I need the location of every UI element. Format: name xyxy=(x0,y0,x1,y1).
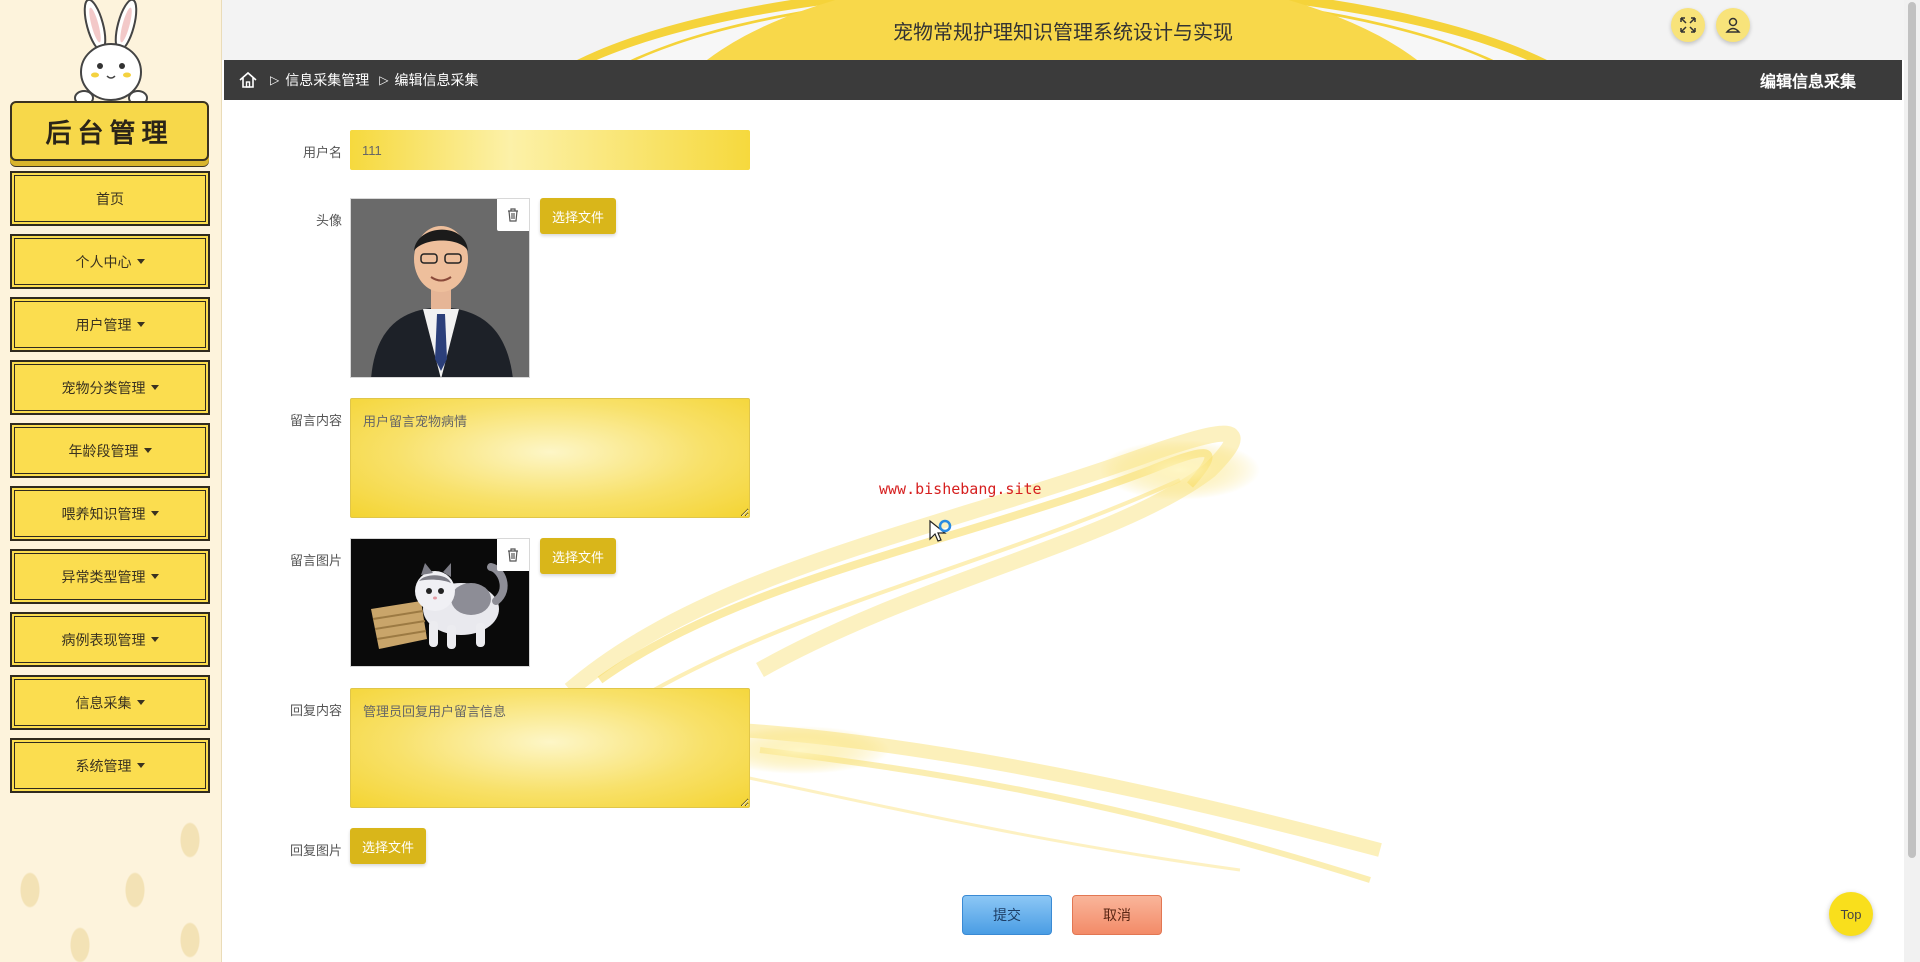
sidebar: 后台管理 首页 个人中心 用户管理 宠物分类管理 年龄段管理 喂养知识管理 异常… xyxy=(0,0,222,962)
sidebar-item-pet-category[interactable]: 宠物分类管理 xyxy=(10,360,210,415)
sidebar-item-system[interactable]: 系统管理 xyxy=(10,738,210,793)
fullscreen-button[interactable] xyxy=(1671,8,1705,42)
submit-button[interactable]: 提交 xyxy=(962,895,1052,935)
caret-down-icon xyxy=(150,511,159,516)
mouse-cursor-icon xyxy=(929,519,952,542)
username-input[interactable] xyxy=(350,130,750,170)
sidebar-item-info-collection[interactable]: 信息采集 xyxy=(10,675,210,730)
sidebar-menu: 首页 个人中心 用户管理 宠物分类管理 年龄段管理 喂养知识管理 异常类型管理 … xyxy=(10,171,210,801)
vertical-scrollbar[interactable] xyxy=(1904,0,1920,962)
cancel-button[interactable]: 取消 xyxy=(1072,895,1162,935)
username-label: 用户名 xyxy=(302,145,342,160)
sidebar-item-label: 年龄段管理 xyxy=(68,442,139,459)
brand-title: 后台管理 xyxy=(10,101,209,161)
avatar-label: 头像 xyxy=(315,213,342,228)
sidebar-item-label: 用户管理 xyxy=(75,316,132,333)
avatar-preview-image xyxy=(350,198,530,378)
breadcrumb: ▷ 信息采集管理 ▷ 编辑信息采集 编辑信息采集 xyxy=(224,60,1902,100)
home-icon xyxy=(239,71,257,88)
caret-down-icon xyxy=(136,259,145,264)
reply-textarea[interactable]: 管理员回复用户留言信息 xyxy=(350,688,750,808)
remove-avatar-button[interactable] xyxy=(497,199,529,231)
message-label: 留言内容 xyxy=(289,413,342,428)
reply-image-upload-button[interactable]: 选择文件 xyxy=(350,828,427,864)
message-image-upload-button[interactable]: 选择文件 xyxy=(540,538,617,574)
message-image-label: 留言图片 xyxy=(289,553,342,568)
sidebar-item-feeding-knowledge[interactable]: 喂养知识管理 xyxy=(10,486,210,541)
sidebar-item-label: 信息采集 xyxy=(75,694,132,711)
caret-down-icon xyxy=(150,637,159,642)
message-textarea[interactable]: 用户留言宠物病情 xyxy=(350,398,750,518)
triangle-right-icon: ▷ xyxy=(379,73,389,87)
user-menu-button[interactable] xyxy=(1716,8,1750,42)
trash-icon xyxy=(508,548,518,562)
bunny-mascot-icon xyxy=(74,0,148,106)
avatar-upload-button[interactable]: 选择文件 xyxy=(540,198,617,234)
sidebar-item-label: 宠物分类管理 xyxy=(61,379,146,396)
caret-down-icon xyxy=(150,574,159,579)
sidebar-item-age-group[interactable]: 年龄段管理 xyxy=(10,423,210,478)
breadcrumb-item[interactable]: 信息采集管理 xyxy=(285,70,369,90)
caret-down-icon xyxy=(136,700,145,705)
sidebar-item-label: 首页 xyxy=(96,190,124,207)
sidebar-item-users[interactable]: 用户管理 xyxy=(10,297,210,352)
breadcrumb-item[interactable]: 编辑信息采集 xyxy=(394,70,478,90)
message-image-preview xyxy=(350,538,530,667)
remove-message-image-button[interactable] xyxy=(497,539,529,571)
sidebar-item-label: 个人中心 xyxy=(75,253,132,270)
sidebar-item-label: 病例表现管理 xyxy=(61,631,146,648)
caret-down-icon xyxy=(136,763,145,768)
page-title: 宠物常规护理知识管理系统设计与实现 xyxy=(893,22,1233,44)
caret-down-icon xyxy=(150,385,159,390)
sidebar-item-profile[interactable]: 个人中心 xyxy=(10,234,210,289)
sidebar-item-label: 异常类型管理 xyxy=(61,568,146,585)
current-page-title: 编辑信息采集 xyxy=(1759,74,1856,91)
caret-down-icon xyxy=(136,322,145,327)
scrollbar-thumb[interactable] xyxy=(1908,2,1916,858)
sidebar-item-anomaly-type[interactable]: 异常类型管理 xyxy=(10,549,210,604)
sidebar-item-label: 喂养知识管理 xyxy=(61,505,146,522)
fullscreen-icon xyxy=(1680,17,1696,33)
sidebar-item-label: 系统管理 xyxy=(75,757,132,774)
watermark-text: www.bishebang.site xyxy=(879,480,1042,498)
sidebar-item-case-symptoms[interactable]: 病例表现管理 xyxy=(10,612,210,667)
triangle-right-icon: ▷ xyxy=(270,73,280,87)
caret-down-icon xyxy=(143,448,152,453)
breadcrumb-home-link[interactable] xyxy=(238,69,260,91)
trash-icon xyxy=(508,208,518,222)
sidebar-item-home[interactable]: 首页 xyxy=(10,171,210,226)
reply-label: 回复内容 xyxy=(289,703,342,718)
user-icon xyxy=(1725,17,1741,33)
top-header: 宠物常规护理知识管理系统设计与实现 xyxy=(222,0,1904,60)
back-to-top-button[interactable]: Top xyxy=(1829,892,1873,936)
reply-image-label: 回复图片 xyxy=(289,843,342,858)
